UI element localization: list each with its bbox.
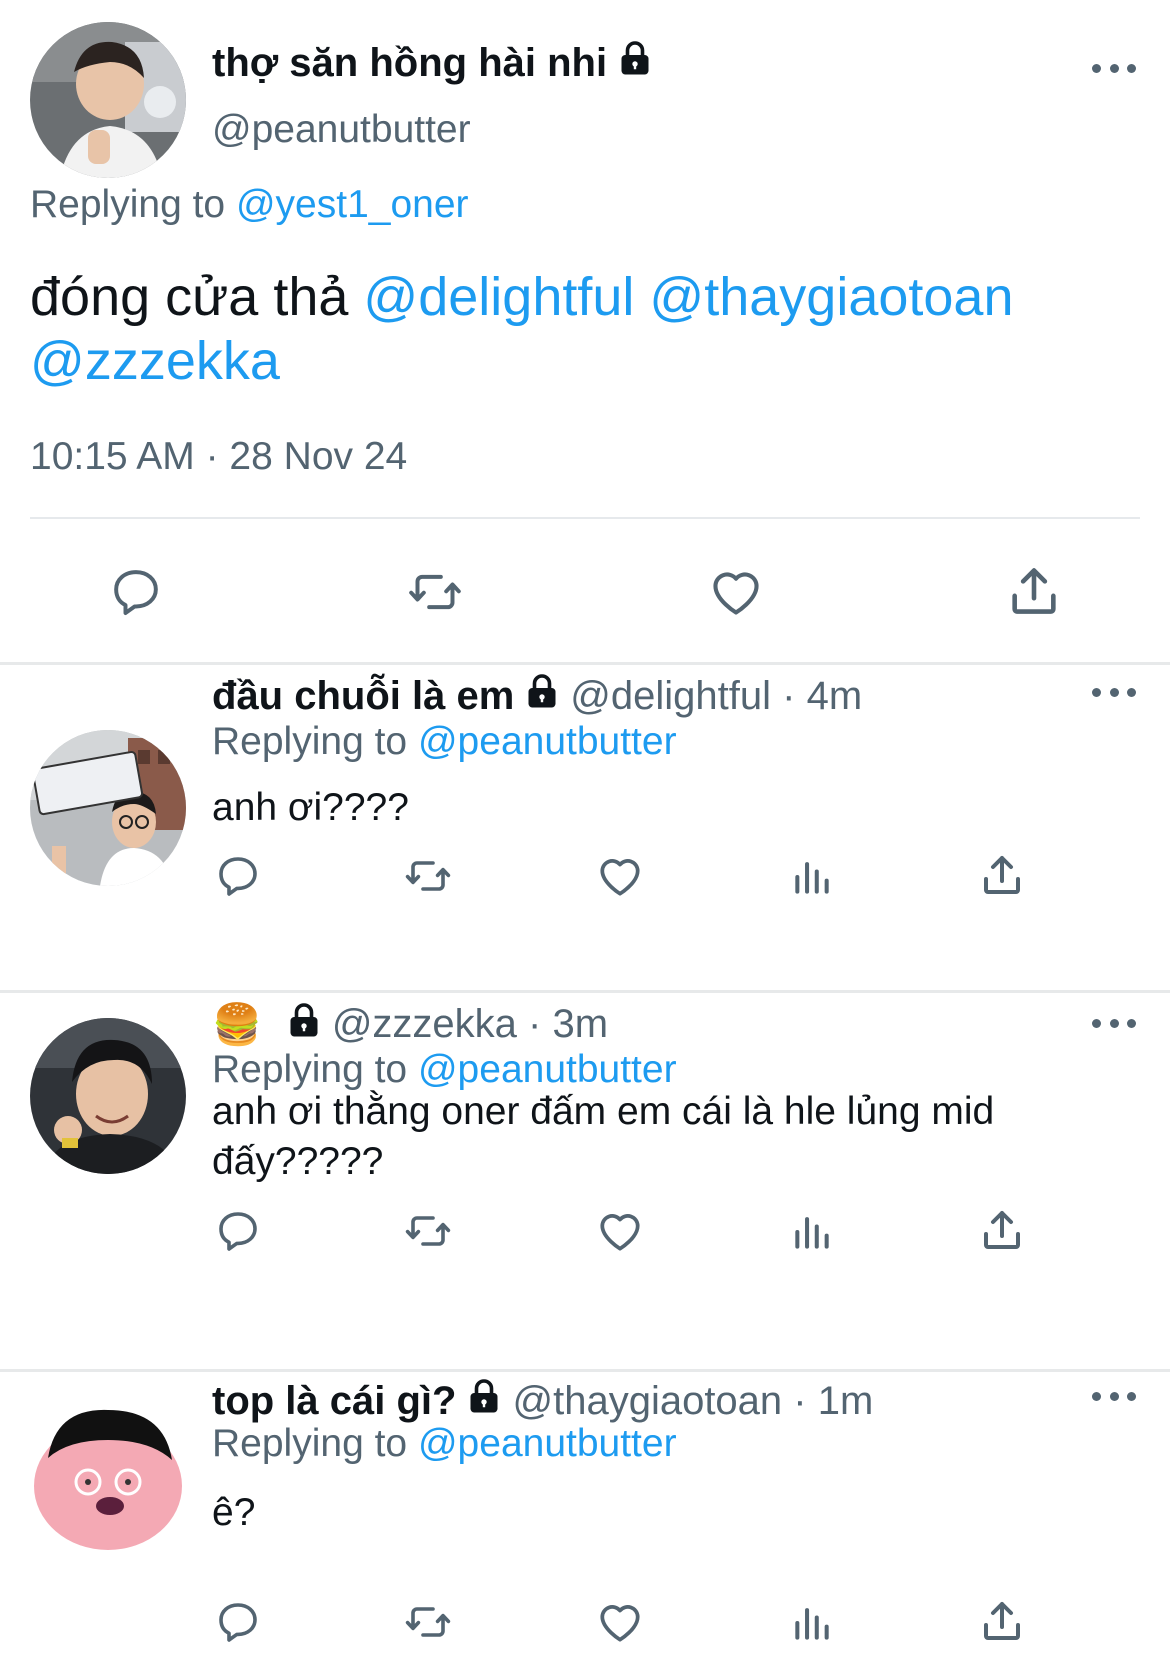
reply-handle-time[interactable]: @zzzekka · 3m <box>332 1002 608 1047</box>
reply-icon[interactable] <box>104 560 168 624</box>
replying-mention-link[interactable]: @peanutbutter <box>418 720 677 763</box>
reply-avatar-image <box>30 730 186 886</box>
main-avatar[interactable] <box>30 22 186 178</box>
reply-header: top là cái gì? @thaygiaotoan · 1m <box>212 1378 873 1424</box>
more-icon[interactable] <box>1092 58 1136 78</box>
divider <box>30 517 1140 519</box>
reply-avatar[interactable] <box>30 1018 186 1174</box>
lock-icon <box>466 1378 502 1424</box>
lock-icon <box>286 1002 322 1048</box>
retweet-icon[interactable] <box>398 1205 458 1257</box>
replying-mention-link[interactable]: @peanutbutter <box>418 1048 677 1091</box>
reply-avatar-image <box>30 1398 186 1554</box>
retweet-icon[interactable] <box>398 1596 458 1648</box>
reply-tweet[interactable]: đầu chuỗi là em @delightful · 4m Replyin… <box>0 665 1170 990</box>
main-replying-to: Replying to @yest1_oner <box>30 183 469 227</box>
reply-text: anh ơi???? <box>212 786 409 829</box>
main-tweet: thợ săn hồng hài nhi @peanutbutter Reply… <box>0 0 1170 664</box>
main-handle[interactable]: @peanutbutter <box>212 108 471 152</box>
replying-prefix: Replying to <box>212 1422 408 1465</box>
reply-avatar-image <box>30 1018 186 1174</box>
replying-prefix: Replying to <box>212 720 408 763</box>
reply-replying-to: Replying to @peanutbutter <box>212 720 677 764</box>
reply-header: 🍔 @zzzekka · 3m <box>212 1001 608 1048</box>
views-icon[interactable] <box>788 1207 836 1257</box>
like-icon[interactable] <box>594 1205 646 1257</box>
share-icon[interactable] <box>976 1595 1028 1647</box>
mention-zzzekka[interactable]: @zzzekka <box>30 331 280 391</box>
main-avatar-image <box>30 22 186 178</box>
replying-mention-link[interactable]: @yest1_oner <box>236 183 469 226</box>
replying-prefix: Replying to <box>212 1048 408 1091</box>
replying-mention-link[interactable]: @peanutbutter <box>418 1422 677 1465</box>
reply-icon[interactable] <box>212 1596 264 1648</box>
share-icon[interactable] <box>976 1204 1028 1256</box>
reply-text: anh ơi thằng oner đấm em cái là hle lủng… <box>212 1090 995 1183</box>
lock-icon <box>524 673 560 719</box>
more-icon[interactable] <box>1092 682 1136 702</box>
views-icon[interactable] <box>788 852 836 902</box>
reply-replying-to: Replying to @peanutbutter <box>212 1048 677 1092</box>
reply-tweet[interactable]: 🍔 @zzzekka · 3m Replying to @peanutbutte… <box>0 993 1170 1369</box>
reply-display-name[interactable]: top là cái gì? <box>212 1379 456 1424</box>
like-icon[interactable] <box>704 560 768 624</box>
reply-display-name[interactable]: đầu chuỗi là em <box>212 674 514 719</box>
replying-prefix: Replying to <box>30 183 226 226</box>
reply-header: đầu chuỗi là em @delightful · 4m <box>212 673 862 719</box>
reply-replying-to: Replying to @peanutbutter <box>212 1422 677 1466</box>
reply-text: ê? <box>212 1491 256 1534</box>
more-icon[interactable] <box>1092 1386 1136 1406</box>
mention-thaygiaotoan[interactable]: @thaygiaotoan <box>649 267 1013 327</box>
reply-avatar[interactable] <box>30 1398 186 1554</box>
reply-avatar[interactable] <box>30 730 186 886</box>
like-icon[interactable] <box>594 1596 646 1648</box>
reply-handle-time[interactable]: @thaygiaotoan · 1m <box>512 1379 873 1424</box>
lock-icon <box>617 40 653 86</box>
main-timestamp[interactable]: 10:15 AM · 28 Nov 24 <box>30 435 407 479</box>
main-text-prefix: đóng cửa thả <box>30 267 349 327</box>
mention-delightful[interactable]: @delightful <box>363 267 634 327</box>
retweet-icon[interactable] <box>400 560 470 624</box>
more-icon[interactable] <box>1092 1013 1136 1033</box>
main-display-name[interactable]: thợ săn hồng hài nhi <box>212 40 653 86</box>
main-name-text: thợ săn hồng hài nhi <box>212 40 608 85</box>
share-icon[interactable] <box>1002 558 1066 624</box>
like-icon[interactable] <box>594 850 646 902</box>
reply-icon[interactable] <box>212 1205 264 1257</box>
reply-icon[interactable] <box>212 850 264 902</box>
reply-tweet[interactable]: top là cái gì? @thaygiaotoan · 1m Replyi… <box>0 1372 1170 1675</box>
share-icon[interactable] <box>976 849 1028 901</box>
retweet-icon[interactable] <box>398 850 458 902</box>
views-icon[interactable] <box>788 1598 836 1648</box>
reply-display-name[interactable]: 🍔 <box>212 1001 262 1048</box>
main-tweet-text: đóng cửa thả @delightful @thaygiaotoan @… <box>30 265 1130 393</box>
reply-handle-time[interactable]: @delightful · 4m <box>570 674 862 719</box>
